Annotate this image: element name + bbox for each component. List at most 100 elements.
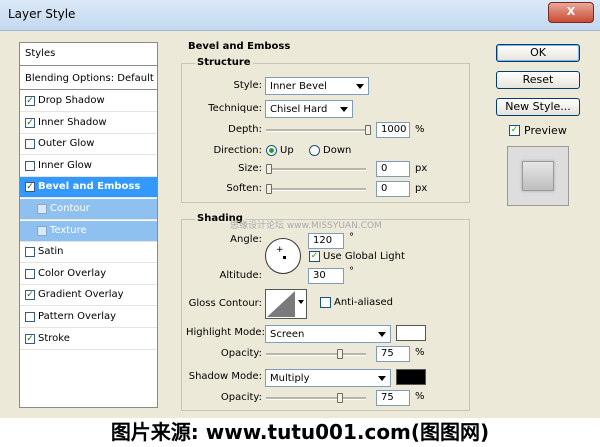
technique-label: Technique: (208, 103, 262, 114)
style-item-checkbox[interactable] (25, 247, 35, 258)
styles-list: Styles Blending Options: Default ✓ Drop S… (19, 42, 158, 408)
angle-input[interactable]: 120 (308, 233, 344, 249)
soften-slider[interactable] (266, 184, 366, 194)
image-source-caption: 图片来源: www.tutu001.com(图图网) (0, 418, 600, 447)
angle-dial[interactable]: + (265, 238, 301, 274)
shadow-opacity-input[interactable]: 75 (376, 390, 410, 406)
preview-checkbox[interactable]: ✓ (509, 125, 520, 136)
crosshair-icon: + (276, 245, 284, 255)
chevron-down-icon (356, 84, 364, 89)
altitude-label: Altitude: (219, 270, 262, 281)
size-slider[interactable] (266, 164, 366, 174)
preview-swatch (522, 161, 554, 191)
style-item-stroke[interactable]: ✓ Stroke (20, 329, 157, 350)
size-unit: px (415, 163, 428, 174)
highlight-mode-value: Screen (270, 329, 305, 340)
style-item-gradient-overlay[interactable]: ✓ Gradient Overlay (20, 285, 157, 307)
title-bar: Layer Style X (0, 0, 600, 31)
style-item-label: Drop Shadow (38, 95, 105, 106)
styles-header[interactable]: Styles (20, 43, 157, 66)
style-item-contour[interactable]: Contour (20, 199, 157, 220)
styles-header-label: Styles (25, 48, 56, 59)
size-slider-thumb[interactable] (266, 164, 272, 174)
shadow-mode-dropdown[interactable]: Multiply (265, 369, 391, 387)
shadow-opacity-thumb[interactable] (337, 393, 343, 403)
anti-aliased-label: Anti-aliased (334, 297, 394, 308)
depth-label: Depth: (228, 124, 262, 135)
style-item-pattern-overlay[interactable]: Pattern Overlay (20, 307, 157, 328)
style-item-checkbox[interactable]: ✓ (25, 290, 35, 301)
shadow-opacity-label: Opacity: (220, 392, 262, 403)
style-item-checkbox[interactable] (25, 139, 35, 150)
ok-button[interactable]: OK (496, 44, 580, 62)
depth-slider[interactable] (266, 125, 371, 135)
size-input[interactable]: 0 (376, 161, 410, 177)
style-item-outer-glow[interactable]: Outer Glow (20, 134, 157, 156)
style-item-checkbox[interactable] (25, 160, 35, 171)
contour-preview-icon (267, 291, 295, 317)
style-item-label: Color Overlay (38, 267, 107, 279)
depth-slider-thumb[interactable] (365, 125, 371, 135)
altitude-input[interactable]: 30 (308, 268, 344, 284)
depth-input[interactable]: 1000 (376, 122, 410, 138)
style-item-checkbox[interactable]: ✓ (25, 182, 35, 193)
style-item-label: Bevel and Emboss (38, 181, 141, 193)
style-item-checkbox[interactable]: ✓ (25, 117, 35, 128)
highlight-opacity-label: Opacity: (220, 348, 262, 359)
style-item-label: Inner Glow (38, 159, 92, 171)
style-item-label: Satin (38, 246, 64, 258)
style-item-checkbox[interactable]: ✓ (25, 333, 35, 344)
new-style-button[interactable]: New Style... (496, 98, 580, 116)
direction-down-label: Down (323, 145, 352, 156)
gloss-contour-picker[interactable] (265, 289, 307, 319)
style-item-checkbox[interactable] (37, 225, 47, 236)
soften-slider-thumb[interactable] (266, 184, 272, 194)
style-item-satin[interactable]: Satin (20, 242, 157, 264)
style-item-inner-shadow[interactable]: ✓ Inner Shadow (20, 113, 157, 134)
highlight-opacity-unit: % (415, 347, 425, 358)
shadow-opacity-slider[interactable] (266, 393, 366, 403)
close-button[interactable]: X (548, 2, 594, 23)
style-item-checkbox[interactable] (37, 204, 47, 214)
style-item-checkbox[interactable]: ✓ (25, 96, 35, 106)
technique-dropdown[interactable]: Chisel Hard (265, 100, 353, 118)
use-global-light-label: Use Global Light (323, 251, 405, 262)
shadow-color-swatch[interactable] (396, 369, 426, 385)
style-item-label: Gradient Overlay (38, 289, 124, 301)
direction-down-radio[interactable] (309, 145, 320, 156)
style-dropdown-value: Inner Bevel (270, 81, 327, 92)
style-item-inner-glow[interactable]: Inner Glow (20, 156, 157, 177)
direction-up-radio[interactable] (266, 145, 277, 156)
use-global-light-checkbox[interactable]: ✓ (309, 251, 320, 262)
style-item-texture[interactable]: Texture (20, 220, 157, 242)
highlight-opacity-thumb[interactable] (337, 349, 343, 359)
style-item-label: Outer Glow (38, 138, 95, 150)
highlight-color-swatch[interactable] (396, 325, 426, 341)
structure-title: Structure (195, 57, 253, 68)
depth-slider-track (266, 129, 371, 132)
style-label: Style: (233, 80, 263, 91)
size-label: Size: (238, 163, 262, 174)
anti-aliased-checkbox[interactable] (320, 297, 331, 308)
style-item-label: Texture (50, 224, 87, 236)
style-item-drop-shadow[interactable]: ✓ Drop Shadow (20, 91, 157, 112)
soften-unit: px (415, 183, 428, 194)
preview-label: Preview (524, 124, 567, 137)
chevron-down-icon (298, 300, 304, 304)
chevron-down-icon (378, 376, 386, 381)
highlight-opacity-input[interactable]: 75 (376, 346, 410, 362)
direction-label: Direction: (213, 145, 262, 156)
style-item-checkbox[interactable] (25, 312, 35, 322)
highlight-opacity-slider[interactable] (266, 349, 366, 359)
style-item-label: Contour (50, 203, 90, 214)
shadow-opacity-unit: % (415, 391, 425, 402)
style-item-color-overlay[interactable]: Color Overlay (20, 264, 157, 285)
highlight-mode-dropdown[interactable]: Screen (265, 325, 391, 343)
blending-options-item[interactable]: Blending Options: Default (20, 68, 157, 90)
style-dropdown[interactable]: Inner Bevel (265, 77, 369, 95)
style-item-checkbox[interactable] (25, 268, 35, 279)
style-item-bevel-and-emboss[interactable]: ✓ Bevel and Emboss (20, 177, 157, 199)
soften-input[interactable]: 0 (376, 181, 410, 197)
reset-button[interactable]: Reset (496, 71, 580, 89)
style-item-label: Pattern Overlay (38, 311, 117, 322)
